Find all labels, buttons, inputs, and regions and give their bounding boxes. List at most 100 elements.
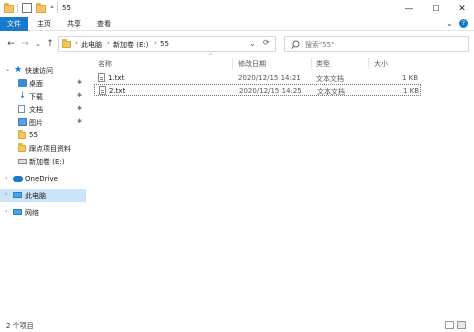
file-modified: 2020/12/15 14:21 bbox=[238, 74, 301, 82]
nav-this-pc[interactable]: › 此电脑 bbox=[0, 189, 86, 202]
nav-item-documents[interactable]: 文档 ✱ bbox=[0, 104, 86, 115]
forward-button[interactable]: → bbox=[19, 37, 31, 51]
breadcrumb-separator: › bbox=[107, 39, 110, 47]
cloud-icon bbox=[13, 176, 23, 182]
column-divider[interactable] bbox=[232, 58, 233, 69]
divider bbox=[17, 4, 18, 13]
column-header-name[interactable]: 名称 bbox=[98, 59, 112, 69]
nav-item-label: 新加卷 (E:) bbox=[29, 158, 65, 166]
chevron-down-icon[interactable]: ⌄ bbox=[5, 66, 10, 73]
window-title: 55 bbox=[62, 4, 71, 12]
folder-icon bbox=[62, 39, 71, 48]
chevron-right-icon[interactable]: › bbox=[5, 175, 7, 182]
column-divider[interactable] bbox=[311, 58, 312, 69]
title-bar: ⩡ 55 — ☐ ✕ bbox=[0, 0, 474, 17]
help-icon[interactable]: ? bbox=[459, 19, 468, 28]
file-list: ^ 名称 修改日期 类型 大小 1.txt 2020/12/15 14:21 文… bbox=[92, 53, 474, 313]
column-header-type[interactable]: 类型 bbox=[316, 59, 330, 69]
minimize-button[interactable]: — bbox=[396, 0, 422, 17]
status-bar: 2 个项目 bbox=[0, 318, 474, 332]
expand-ribbon-icon[interactable]: ⌄ bbox=[446, 19, 453, 28]
drive-icon bbox=[18, 159, 27, 164]
folder-icon bbox=[4, 3, 14, 13]
pin-icon: ✱ bbox=[77, 118, 83, 125]
nav-item-project-folder[interactable]: 蹿点项目资料 bbox=[0, 143, 86, 154]
breadcrumb-55[interactable]: 55 bbox=[160, 40, 169, 48]
tab-file[interactable]: 文件 bbox=[0, 17, 28, 31]
nav-item-label: 此电脑 bbox=[25, 192, 46, 200]
navigation-pane: ⌄ ★ 快速访问 桌面 ✱ ↓ 下载 ✱ 文档 ✱ 图片 ✱ 55 蹿点项目资料… bbox=[0, 58, 86, 313]
table-row[interactable]: 1.txt 2020/12/15 14:21 文本文档 1 KB bbox=[94, 72, 421, 84]
up-button[interactable]: ↑ bbox=[44, 37, 56, 51]
divider bbox=[57, 2, 58, 13]
address-dropdown-icon[interactable]: ⌄ bbox=[249, 39, 256, 48]
nav-quick-access[interactable]: ⌄ ★ 快速访问 bbox=[0, 65, 86, 76]
nav-item-label: OneDrive bbox=[25, 175, 58, 183]
file-modified: 2020/12/15 14:25 bbox=[239, 87, 302, 95]
column-header-size[interactable]: 大小 bbox=[374, 59, 388, 69]
nav-item-label: 下载 bbox=[29, 93, 43, 101]
text-file-icon bbox=[99, 86, 106, 95]
large-icons-view-icon[interactable] bbox=[457, 321, 466, 329]
address-bar[interactable]: › 此电脑 › 新加卷 (E:) › 55 ⌄ ⟳ bbox=[58, 36, 276, 52]
close-button[interactable]: ✕ bbox=[449, 0, 474, 17]
search-input[interactable]: 搜索"55" bbox=[305, 40, 334, 50]
nav-item-pictures[interactable]: 图片 ✱ bbox=[0, 117, 86, 128]
nav-item-label: 网络 bbox=[25, 209, 39, 217]
file-size: 1 KB bbox=[402, 74, 419, 82]
tab-home[interactable]: 主页 bbox=[34, 17, 54, 31]
item-count: 2 个项目 bbox=[6, 322, 34, 330]
breadcrumb-this-pc[interactable]: 此电脑 bbox=[81, 40, 102, 50]
network-icon bbox=[13, 209, 22, 215]
file-type: 文本文档 bbox=[317, 88, 345, 96]
nav-item-downloads[interactable]: ↓ 下载 ✱ bbox=[0, 91, 86, 102]
refresh-icon[interactable]: ⟳ bbox=[263, 38, 270, 47]
nav-item-label: 快速访问 bbox=[25, 67, 53, 75]
breadcrumb-separator: › bbox=[154, 39, 157, 47]
document-icon bbox=[18, 105, 25, 113]
maximize-button[interactable]: ☐ bbox=[423, 0, 449, 17]
details-view-icon[interactable] bbox=[445, 321, 454, 329]
desktop-icon bbox=[18, 79, 27, 87]
download-icon: ↓ bbox=[18, 91, 27, 101]
nav-item-label: 桌面 bbox=[29, 80, 43, 88]
breadcrumb-drive-e[interactable]: 新加卷 (E:) bbox=[113, 40, 148, 50]
ribbon-tabs: 文件 主页 共享 查看 ⌄ ? bbox=[0, 17, 474, 31]
nav-network[interactable]: › 网络 bbox=[0, 207, 86, 218]
file-type: 文本文档 bbox=[316, 75, 344, 83]
chevron-right-icon[interactable]: › bbox=[5, 208, 7, 215]
nav-item-label: 蹿点项目资料 bbox=[29, 145, 71, 153]
nav-item-drive-e[interactable]: 新加卷 (E:) bbox=[0, 156, 86, 167]
file-name: 2.txt bbox=[109, 87, 126, 95]
nav-item-label: 55 bbox=[29, 131, 38, 139]
chevron-right-icon[interactable]: › bbox=[5, 191, 7, 198]
new-folder-icon[interactable] bbox=[36, 3, 46, 13]
column-header-modified[interactable]: 修改日期 bbox=[238, 59, 266, 69]
nav-item-55[interactable]: 55 bbox=[0, 130, 86, 141]
pin-icon: ✱ bbox=[77, 105, 83, 112]
nav-item-label: 文档 bbox=[29, 106, 43, 114]
folder-icon bbox=[18, 130, 27, 139]
customize-quick-access-icon[interactable]: ⩡ bbox=[50, 3, 54, 12]
tab-share[interactable]: 共享 bbox=[64, 17, 84, 31]
breadcrumb-separator: › bbox=[75, 39, 78, 47]
table-row[interactable]: 2.txt 2020/12/15 14:25 文本文档 1 KB bbox=[94, 84, 421, 96]
nav-onedrive[interactable]: › OneDrive bbox=[0, 174, 86, 185]
computer-icon bbox=[13, 192, 22, 198]
properties-icon[interactable] bbox=[22, 3, 32, 13]
sort-indicator-icon: ^ bbox=[208, 53, 214, 60]
pin-icon: ✱ bbox=[77, 92, 83, 99]
search-box[interactable]: 搜索"55" bbox=[284, 36, 469, 52]
recent-locations-button[interactable]: ⌄ bbox=[32, 37, 44, 51]
address-row: ← → ⌄ ↑ › 此电脑 › 新加卷 (E:) › 55 ⌄ ⟳ 搜索"55" bbox=[0, 33, 474, 55]
star-icon: ★ bbox=[14, 65, 23, 75]
nav-item-desktop[interactable]: 桌面 ✱ bbox=[0, 78, 86, 89]
pin-icon: ✱ bbox=[77, 79, 83, 86]
tab-view[interactable]: 查看 bbox=[94, 17, 114, 31]
pictures-icon bbox=[18, 118, 27, 126]
search-icon bbox=[291, 40, 300, 49]
column-divider[interactable] bbox=[368, 58, 369, 69]
back-button[interactable]: ← bbox=[5, 37, 17, 51]
folder-icon bbox=[18, 143, 27, 152]
file-name: 1.txt bbox=[108, 74, 125, 82]
